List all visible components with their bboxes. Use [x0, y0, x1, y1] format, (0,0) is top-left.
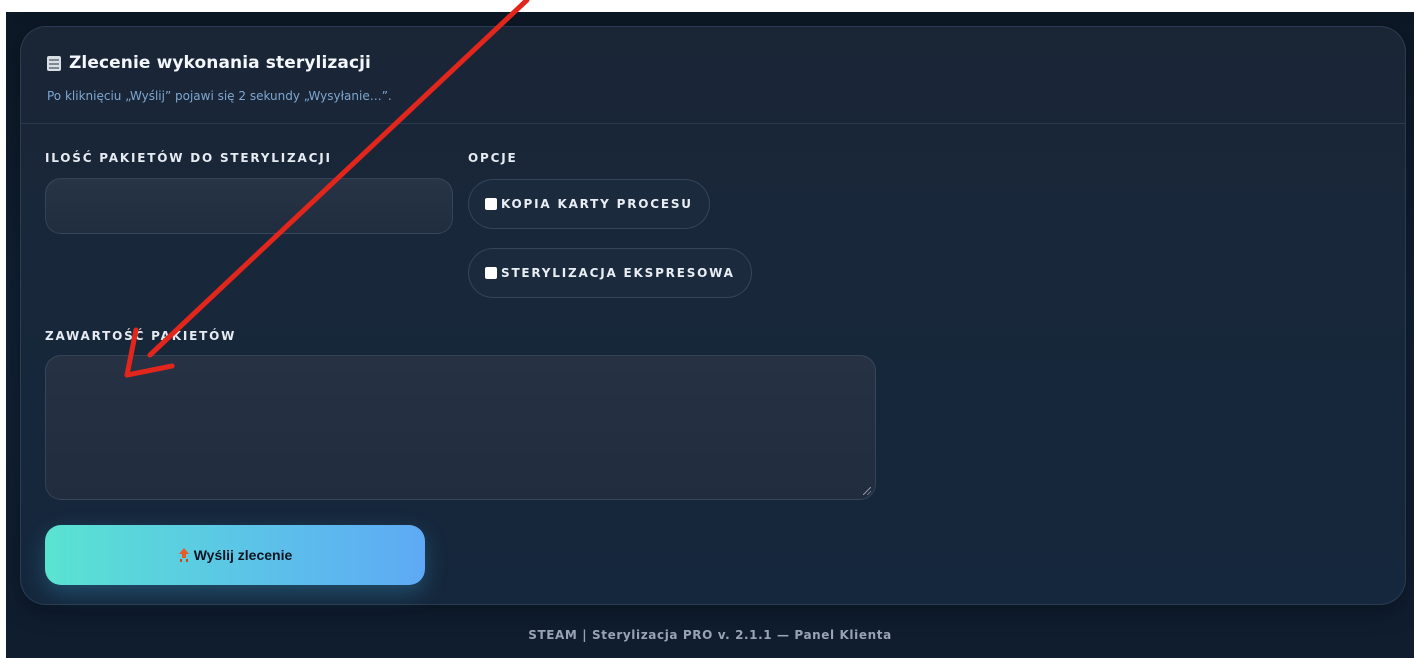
contents-textarea[interactable]	[45, 355, 876, 500]
express-sterilization-checkbox[interactable]	[485, 267, 497, 279]
upload-icon	[178, 548, 190, 562]
submit-order-button[interactable]: Wyślij zlecenie	[45, 525, 425, 585]
order-card: Zlecenie wykonania sterylizacji Po klikn…	[20, 26, 1406, 605]
option-label: STERYLIZACJA EKSPRESOWA	[501, 266, 735, 280]
card-subtitle: Po kliknięciu „Wyślij” pojawi się 2 seku…	[47, 89, 392, 103]
card-title: Zlecenie wykonania sterylizacji	[69, 53, 371, 73]
quantity-input[interactable]	[45, 178, 453, 234]
title-row: Zlecenie wykonania sterylizacji	[47, 53, 371, 73]
quantity-label: ILOŚĆ PAKIETÓW DO STERYLIZACJI	[45, 151, 332, 165]
option-process-card-copy[interactable]: KOPIA KARTY PROCESU	[468, 179, 710, 229]
app-window: Zlecenie wykonania sterylizacji Po klikn…	[6, 12, 1414, 658]
options-label: OPCJE	[468, 151, 517, 165]
footer-text: STEAM | Sterylizacja PRO v. 2.1.1 — Pane…	[6, 628, 1414, 642]
process-card-copy-checkbox[interactable]	[485, 198, 497, 210]
resize-grip-icon[interactable]	[863, 487, 871, 495]
contents-label: ZAWARTOŚĆ PAKIETÓW	[45, 329, 236, 343]
option-express-sterilization[interactable]: STERYLIZACJA EKSPRESOWA	[468, 248, 752, 298]
submit-order-label: Wyślij zlecenie	[194, 547, 293, 563]
card-header: Zlecenie wykonania sterylizacji Po klikn…	[21, 27, 1405, 124]
document-icon	[47, 56, 61, 71]
option-label: KOPIA KARTY PROCESU	[501, 197, 693, 211]
